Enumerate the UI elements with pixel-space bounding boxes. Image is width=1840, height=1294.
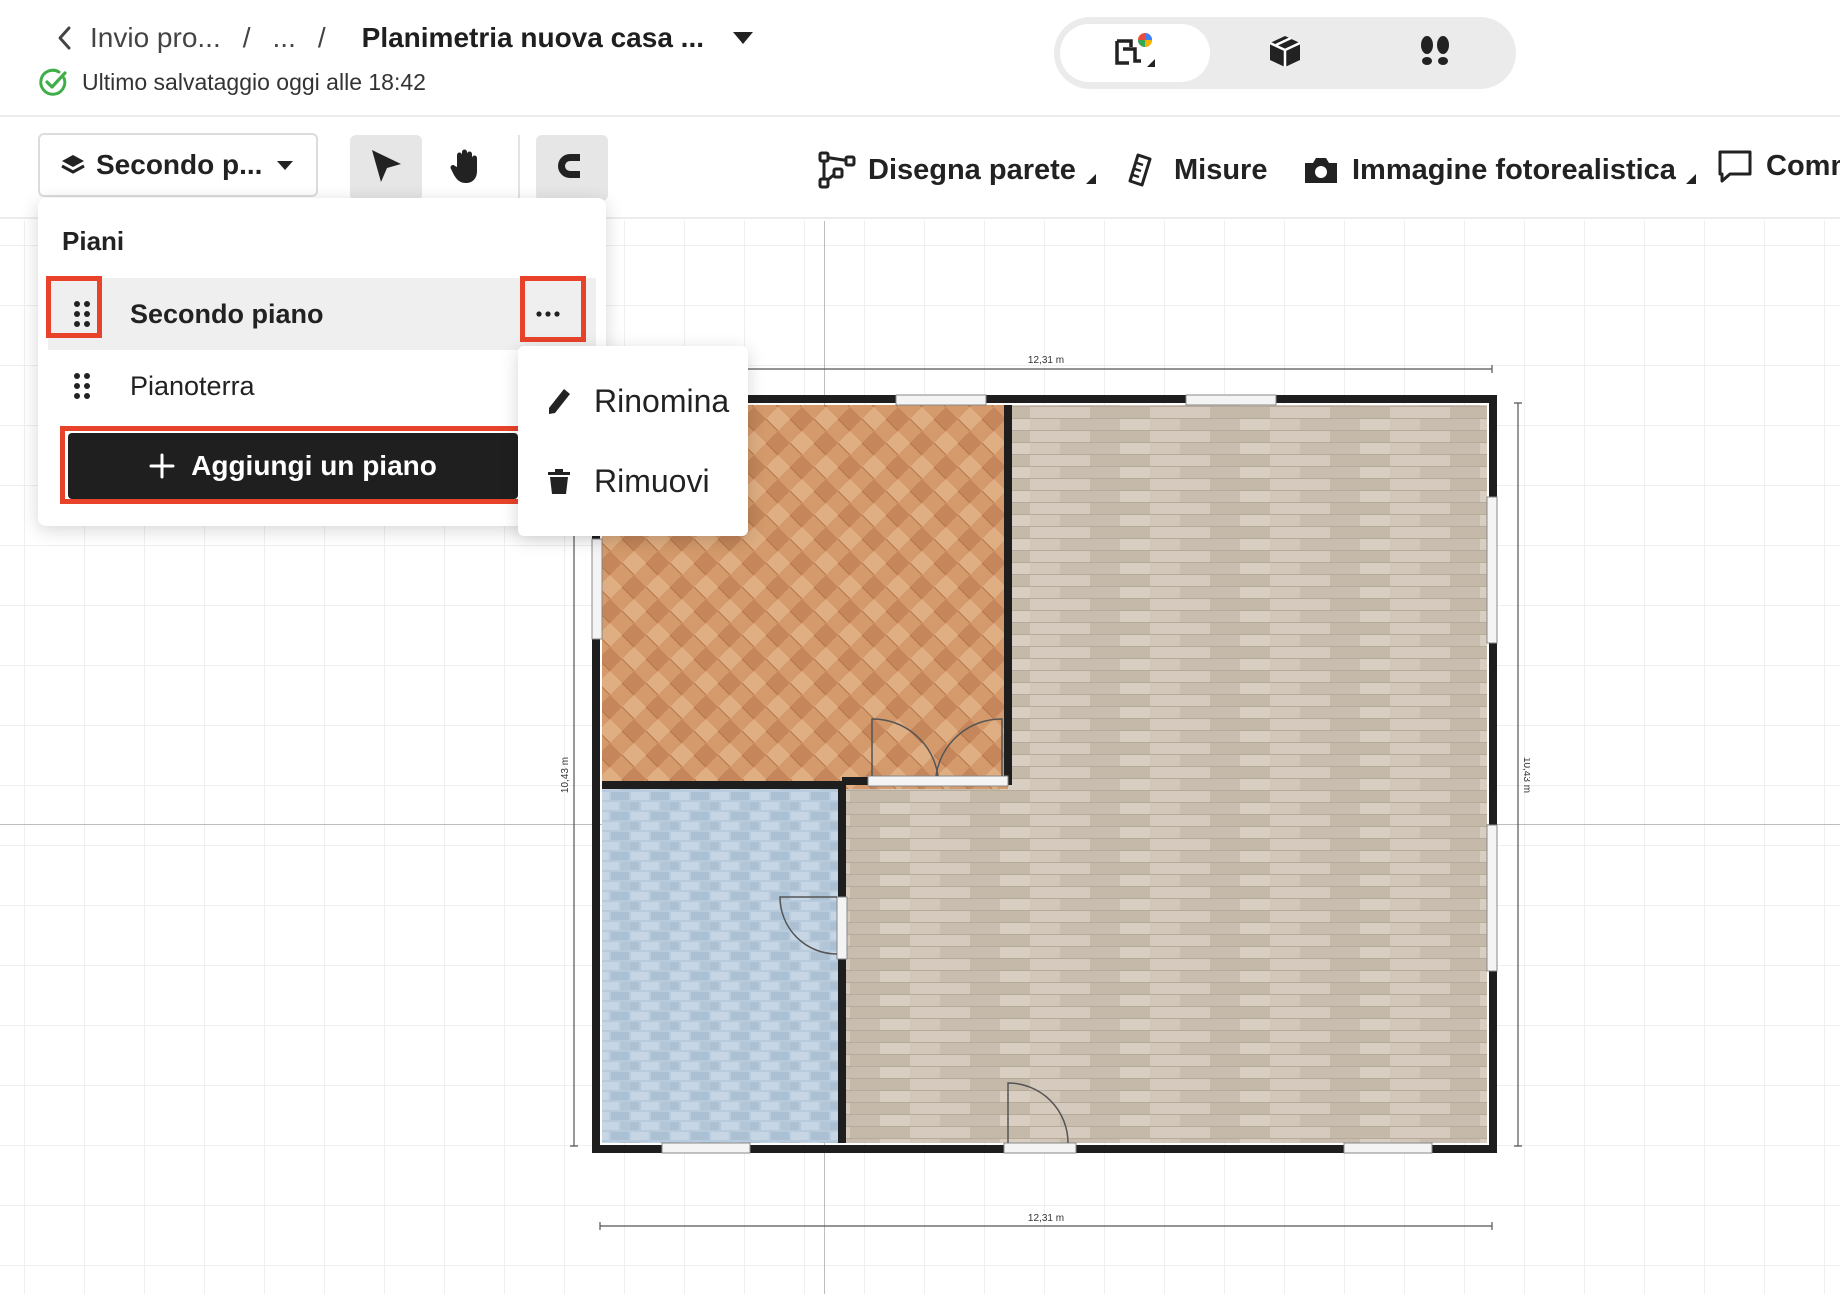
walkthrough-footprints-icon [1417, 34, 1453, 73]
drag-handle-icon[interactable] [68, 366, 96, 406]
window[interactable] [895, 394, 987, 406]
page-title[interactable]: Planimetria nuova casa ... [362, 22, 704, 54]
select-tool-button[interactable] [350, 135, 422, 201]
comment-icon [1716, 147, 1754, 185]
check-circle-icon [38, 67, 68, 97]
submenu-corner-icon [1685, 174, 1696, 184]
window[interactable] [1486, 824, 1498, 972]
title-dropdown-icon[interactable] [732, 26, 756, 50]
floor-select-label: Secondo p... [96, 149, 263, 180]
floorplan-2d-icon [1111, 31, 1159, 76]
floor-select-dropdown[interactable]: Secondo p... [38, 133, 318, 197]
draw-wall-icon [818, 151, 856, 189]
app-header: Invio pro... / ... / Planimetria nuova c… [0, 0, 1840, 117]
breadcrumb-item-ellipsis[interactable]: ... [273, 22, 296, 54]
window[interactable] [591, 538, 603, 640]
measures-label: Misure [1174, 153, 1268, 186]
room-bathroom[interactable] [602, 789, 842, 1143]
rename-label: Rinomina [594, 382, 730, 419]
remove-label: Rimuovi [594, 462, 710, 499]
cube-3d-icon [1267, 33, 1303, 74]
dimension-left: 10,43 m [560, 757, 571, 793]
remove-menu-item[interactable]: Rimuovi [518, 446, 748, 516]
measures-button[interactable]: Misure [1124, 147, 1267, 193]
comments-label: Comm [1766, 149, 1840, 182]
window[interactable] [1486, 496, 1498, 644]
camera-icon [1302, 151, 1340, 189]
add-floor-button[interactable]: Aggiungi un piano [68, 433, 518, 499]
back-chevron-icon[interactable] [56, 22, 84, 54]
view-2d-button[interactable] [1060, 24, 1210, 82]
more-options-icon[interactable] [526, 292, 570, 336]
dimension-right-line [1514, 402, 1522, 1147]
breadcrumb-separator: / [317, 22, 326, 53]
ruler-icon [1124, 151, 1162, 189]
pencil-icon [544, 386, 574, 416]
toolbar-divider [518, 135, 520, 201]
floor-item-label: Secondo piano [130, 298, 324, 329]
magnet-icon [554, 151, 590, 186]
comments-button[interactable]: Comm [1716, 143, 1840, 189]
window[interactable] [1343, 1142, 1433, 1154]
door[interactable] [1003, 1142, 1077, 1154]
pan-hand-icon [449, 147, 483, 190]
door[interactable] [867, 775, 1009, 787]
door[interactable] [836, 896, 848, 960]
draw-wall-label: Disegna parete [868, 153, 1076, 186]
view-3d-button[interactable] [1210, 24, 1360, 82]
snap-magnet-button[interactable] [536, 135, 608, 201]
window[interactable] [1185, 394, 1277, 406]
breadcrumb: Invio pro... / ... / Planimetria nuova c… [56, 18, 756, 58]
floor-context-menu: Rinomina Rimuovi [518, 346, 748, 536]
pointer-icon [368, 147, 404, 190]
breadcrumb-item-project[interactable]: Invio pro... [90, 22, 221, 54]
pan-tool-button[interactable] [430, 135, 502, 201]
rename-menu-item[interactable]: Rinomina [518, 366, 748, 436]
add-floor-label: Aggiungi un piano [191, 450, 437, 481]
trash-icon [544, 466, 574, 496]
breadcrumb-separator: / [242, 22, 251, 53]
save-status-text: Ultimo salvataggio oggi alle 18:42 [82, 68, 426, 95]
floor-item-pianoterra[interactable]: Pianoterra [48, 350, 596, 422]
dimension-top: 12,31 m [1028, 355, 1064, 366]
save-status: Ultimo salvataggio oggi alle 18:42 [38, 64, 426, 100]
layers-icon [60, 152, 86, 178]
photorealistic-image-button[interactable]: Immagine fotorealistica [1302, 147, 1696, 193]
photorealistic-image-label: Immagine fotorealistica [1352, 153, 1676, 186]
floor-item-secondo-piano[interactable]: Secondo piano [48, 278, 596, 350]
view-mode-switch [1054, 17, 1516, 89]
chevron-down-icon [276, 155, 296, 175]
dimension-right: 10,43 m [1521, 757, 1530, 793]
draw-wall-button[interactable]: Disegna parete [818, 147, 1096, 193]
dimension-bottom: 12,31 m [1028, 1213, 1064, 1224]
drag-handle-icon[interactable] [68, 294, 96, 334]
view-walkthrough-button[interactable] [1360, 24, 1510, 82]
floors-panel-title: Piani [62, 226, 125, 256]
submenu-corner-icon [1085, 174, 1096, 184]
plus-icon [149, 453, 175, 479]
floor-item-label: Pianoterra [130, 370, 255, 401]
window[interactable] [661, 1142, 751, 1154]
